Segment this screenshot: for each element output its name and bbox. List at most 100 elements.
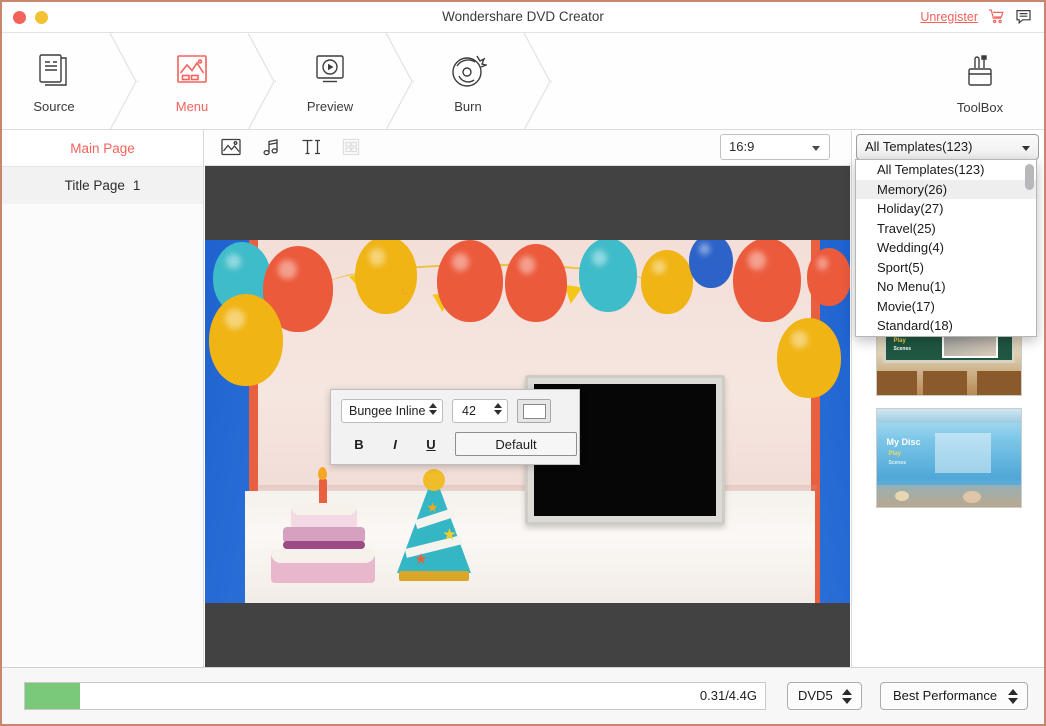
nav-tab-toolbox[interactable]: ToolBox <box>934 33 1026 130</box>
aspect-ratio-select[interactable]: 16:9 <box>720 134 830 160</box>
sidebar-item-main-page[interactable]: Main Page <box>2 130 203 167</box>
text-format-row-2: B I U Default <box>341 432 577 456</box>
scene-balloon <box>209 294 283 386</box>
nav-tab-source[interactable]: Source <box>2 33 106 130</box>
scene-cake-flame <box>318 467 327 480</box>
scene-birthday-cake <box>267 467 382 587</box>
stepper-icon <box>1008 689 1018 704</box>
sidebar-title-page-number: 1 <box>132 178 141 193</box>
unregister-link[interactable]: Unregister <box>920 10 978 24</box>
scene-confetti <box>401 286 410 295</box>
dropdown-item-holiday[interactable]: Holiday(27) <box>856 199 1036 219</box>
disc-type-select[interactable]: DVD5 <box>787 682 862 710</box>
template-category-value: All Templates(123) <box>865 139 973 154</box>
scene-balloon <box>777 318 841 398</box>
scene-balloon <box>505 244 567 322</box>
template-category-select[interactable]: All Templates(123) <box>856 134 1039 160</box>
chevron-down-icon <box>812 146 820 151</box>
thumb-scenes-label: Scenes <box>888 460 907 466</box>
nav-tab-burn[interactable]: Burn <box>416 33 520 130</box>
scene-cake-icing <box>291 503 357 515</box>
sidebar-main-page-label: Main Page <box>70 141 135 156</box>
nav-separator-2 <box>244 33 278 130</box>
dropdown-item-all-templates[interactable]: All Templates(123) <box>856 160 1036 180</box>
font-family-select[interactable]: Bungee Inline <box>341 399 443 423</box>
dropdown-item-sport[interactable]: Sport(5) <box>856 258 1036 278</box>
background-music-icon[interactable] <box>260 136 282 158</box>
disc-capacity-bar: 0.31/4.4G <box>24 682 766 710</box>
underline-button[interactable]: U <box>413 432 449 456</box>
scene-balloon <box>579 240 637 312</box>
sidebar-title-page-label: Title Page <box>64 178 125 193</box>
font-family-stepper-icon <box>429 403 437 415</box>
scene-cake-tier <box>283 541 365 549</box>
font-color-button[interactable] <box>517 399 551 423</box>
nav-tab-preview[interactable]: Preview <box>278 33 382 130</box>
nav-tab-preview-label: Preview <box>306 99 354 114</box>
disc-type-value: DVD5 <box>798 688 833 703</box>
font-family-value: Bungee Inline <box>349 404 426 418</box>
thumb-video-frame <box>934 433 991 473</box>
dropdown-scrollbar-thumb[interactable] <box>1025 164 1034 190</box>
nav-tab-source-label: Source <box>33 99 75 114</box>
dropdown-item-memory[interactable]: Memory(26) <box>856 179 1036 199</box>
quality-select[interactable]: Best Performance <box>880 682 1028 710</box>
quality-value: Best Performance <box>893 688 998 703</box>
text-icon[interactable] <box>300 136 322 158</box>
scene-cake-icing <box>271 549 375 563</box>
dropdown-item-standard[interactable]: Standard(18) <box>856 316 1036 336</box>
speech-bubble-icon[interactable] <box>1015 8 1032 25</box>
aspect-ratio-value: 16:9 <box>729 139 755 154</box>
disc-capacity-fill <box>25 683 80 709</box>
font-size-stepper[interactable]: 42 <box>452 399 508 423</box>
scene-balloon <box>355 240 417 314</box>
scene-balloon <box>689 240 733 288</box>
scene-hat-base <box>399 571 469 581</box>
scene-balloon <box>807 248 850 306</box>
dropdown-item-movie[interactable]: Movie(17) <box>856 297 1036 317</box>
font-color-swatch <box>522 403 546 419</box>
shopping-cart-icon[interactable] <box>988 8 1005 25</box>
dropdown-scrollbar[interactable] <box>1025 162 1034 336</box>
nav-tab-group: Source Menu Preview Burn <box>2 33 554 130</box>
dropdown-item-travel[interactable]: Travel(25) <box>856 219 1036 239</box>
default-button[interactable]: Default <box>455 432 577 456</box>
application-window: Wondershare DVD Creator Unregister Sourc… <box>0 0 1046 726</box>
scene-hat-pompom <box>423 469 445 491</box>
title-bar: Wondershare DVD Creator Unregister <box>2 2 1044 33</box>
scene-balloon <box>437 240 503 322</box>
nav-separator-4 <box>520 33 554 130</box>
bold-button[interactable]: B <box>341 432 377 456</box>
menu-picture-icon <box>174 49 210 93</box>
nav-tab-toolbox-label: ToolBox <box>956 99 1004 115</box>
stepper-icon <box>842 689 852 704</box>
disc-burn-icon <box>449 49 487 93</box>
page-sidebar: Main Page Title Page 1 <box>2 130 204 667</box>
monitor-play-icon <box>312 49 348 93</box>
template-thumbnail-underwater[interactable]: My Disc Play Scenes <box>875 408 1022 508</box>
nav-tab-menu[interactable]: Menu <box>140 33 244 130</box>
menu-tool-icons <box>220 136 362 158</box>
dropdown-item-wedding[interactable]: Wedding(4) <box>856 238 1036 258</box>
nav-separator-1 <box>106 33 140 130</box>
documents-icon <box>37 49 71 93</box>
scene-balloon <box>641 250 693 314</box>
disc-capacity-label: 0.31/4.4G <box>699 688 757 703</box>
main-navigation-bar: Source Menu Preview Burn ToolBox <box>2 33 1044 130</box>
text-format-row-1: Bungee Inline 42 <box>341 399 551 423</box>
nav-separator-3 <box>382 33 416 130</box>
thumb-scenes-label: Scenes <box>893 346 912 352</box>
dropdown-item-no-menu[interactable]: No Menu(1) <box>856 277 1036 297</box>
italic-button[interactable]: I <box>377 432 413 456</box>
background-image-icon[interactable] <box>220 136 242 158</box>
bottom-status-bar: 0.31/4.4G DVD5 Best Performance <box>2 667 1044 724</box>
font-size-stepper-icon <box>494 403 502 415</box>
sidebar-item-title-page[interactable]: Title Page 1 <box>2 167 203 204</box>
nav-tab-menu-label: Menu <box>175 99 209 114</box>
titlebar-actions: Unregister <box>920 8 1032 25</box>
text-format-popup: Bungee Inline 42 B I U Default <box>330 389 580 465</box>
thumb-play-label: Play <box>888 451 901 457</box>
template-category-dropdown: All Templates(123) Memory(26) Holiday(27… <box>855 159 1037 337</box>
chevron-down-icon <box>1022 146 1030 151</box>
font-size-value: 42 <box>462 404 476 418</box>
